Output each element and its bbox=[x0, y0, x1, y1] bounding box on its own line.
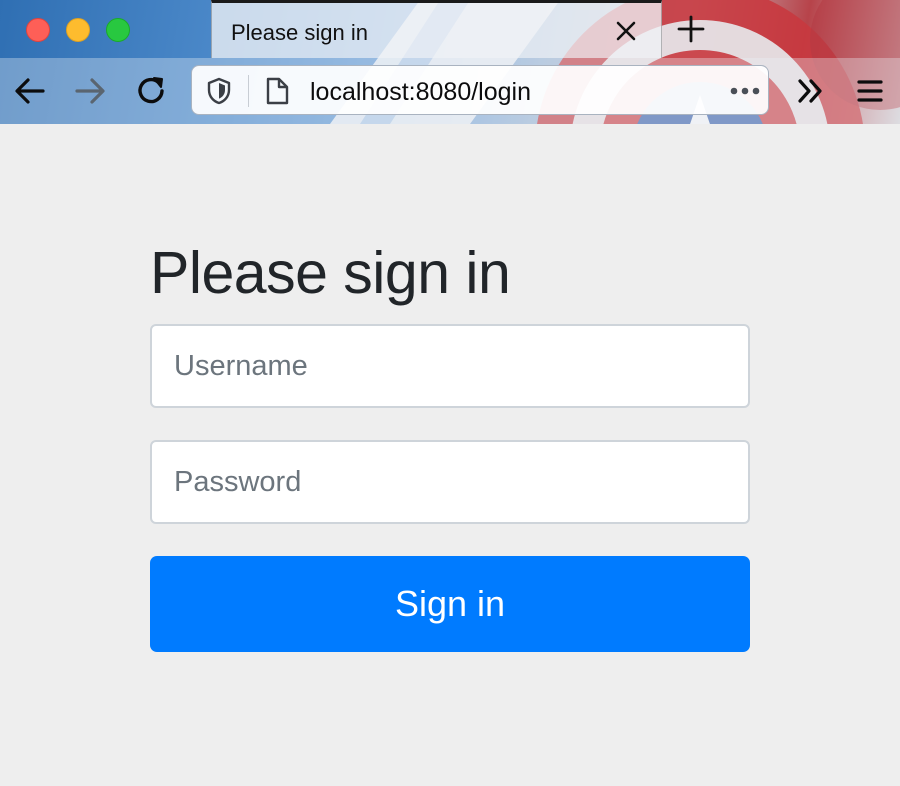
window-close-button[interactable] bbox=[26, 18, 50, 42]
tab-active[interactable]: Please sign in bbox=[211, 0, 662, 58]
address-bar-divider bbox=[248, 75, 249, 107]
url-text[interactable]: localhost:8080/login bbox=[310, 78, 531, 107]
page-icon[interactable] bbox=[264, 76, 290, 106]
page-content: Please sign in Sign in bbox=[0, 124, 900, 786]
window-minimize-button[interactable] bbox=[66, 18, 90, 42]
hamburger-menu-icon[interactable] bbox=[855, 75, 885, 107]
plus-icon[interactable] bbox=[676, 14, 706, 44]
username-input[interactable] bbox=[150, 324, 750, 408]
window-zoom-button[interactable] bbox=[106, 18, 130, 42]
browser-chrome: Please sign in localhost:8080/login bbox=[0, 0, 900, 124]
browser-window: Please sign in localhost:8080/login Plea… bbox=[0, 0, 900, 786]
tab-strip: Please sign in bbox=[0, 0, 900, 58]
more-dots-icon[interactable] bbox=[728, 78, 762, 104]
sign-in-button[interactable]: Sign in bbox=[150, 556, 750, 652]
reload-icon[interactable] bbox=[133, 73, 169, 109]
password-input[interactable] bbox=[150, 440, 750, 524]
arrow-right-icon[interactable] bbox=[72, 73, 108, 109]
navigation-toolbar: localhost:8080/login bbox=[0, 58, 900, 124]
double-chevron-right-icon[interactable] bbox=[795, 75, 827, 107]
tab-title: Please sign in bbox=[231, 20, 368, 45]
address-bar[interactable]: localhost:8080/login bbox=[191, 65, 769, 115]
arrow-left-icon[interactable] bbox=[12, 73, 48, 109]
close-icon[interactable] bbox=[612, 17, 640, 45]
shield-icon[interactable] bbox=[206, 77, 232, 105]
page-title: Please sign in bbox=[150, 240, 511, 306]
